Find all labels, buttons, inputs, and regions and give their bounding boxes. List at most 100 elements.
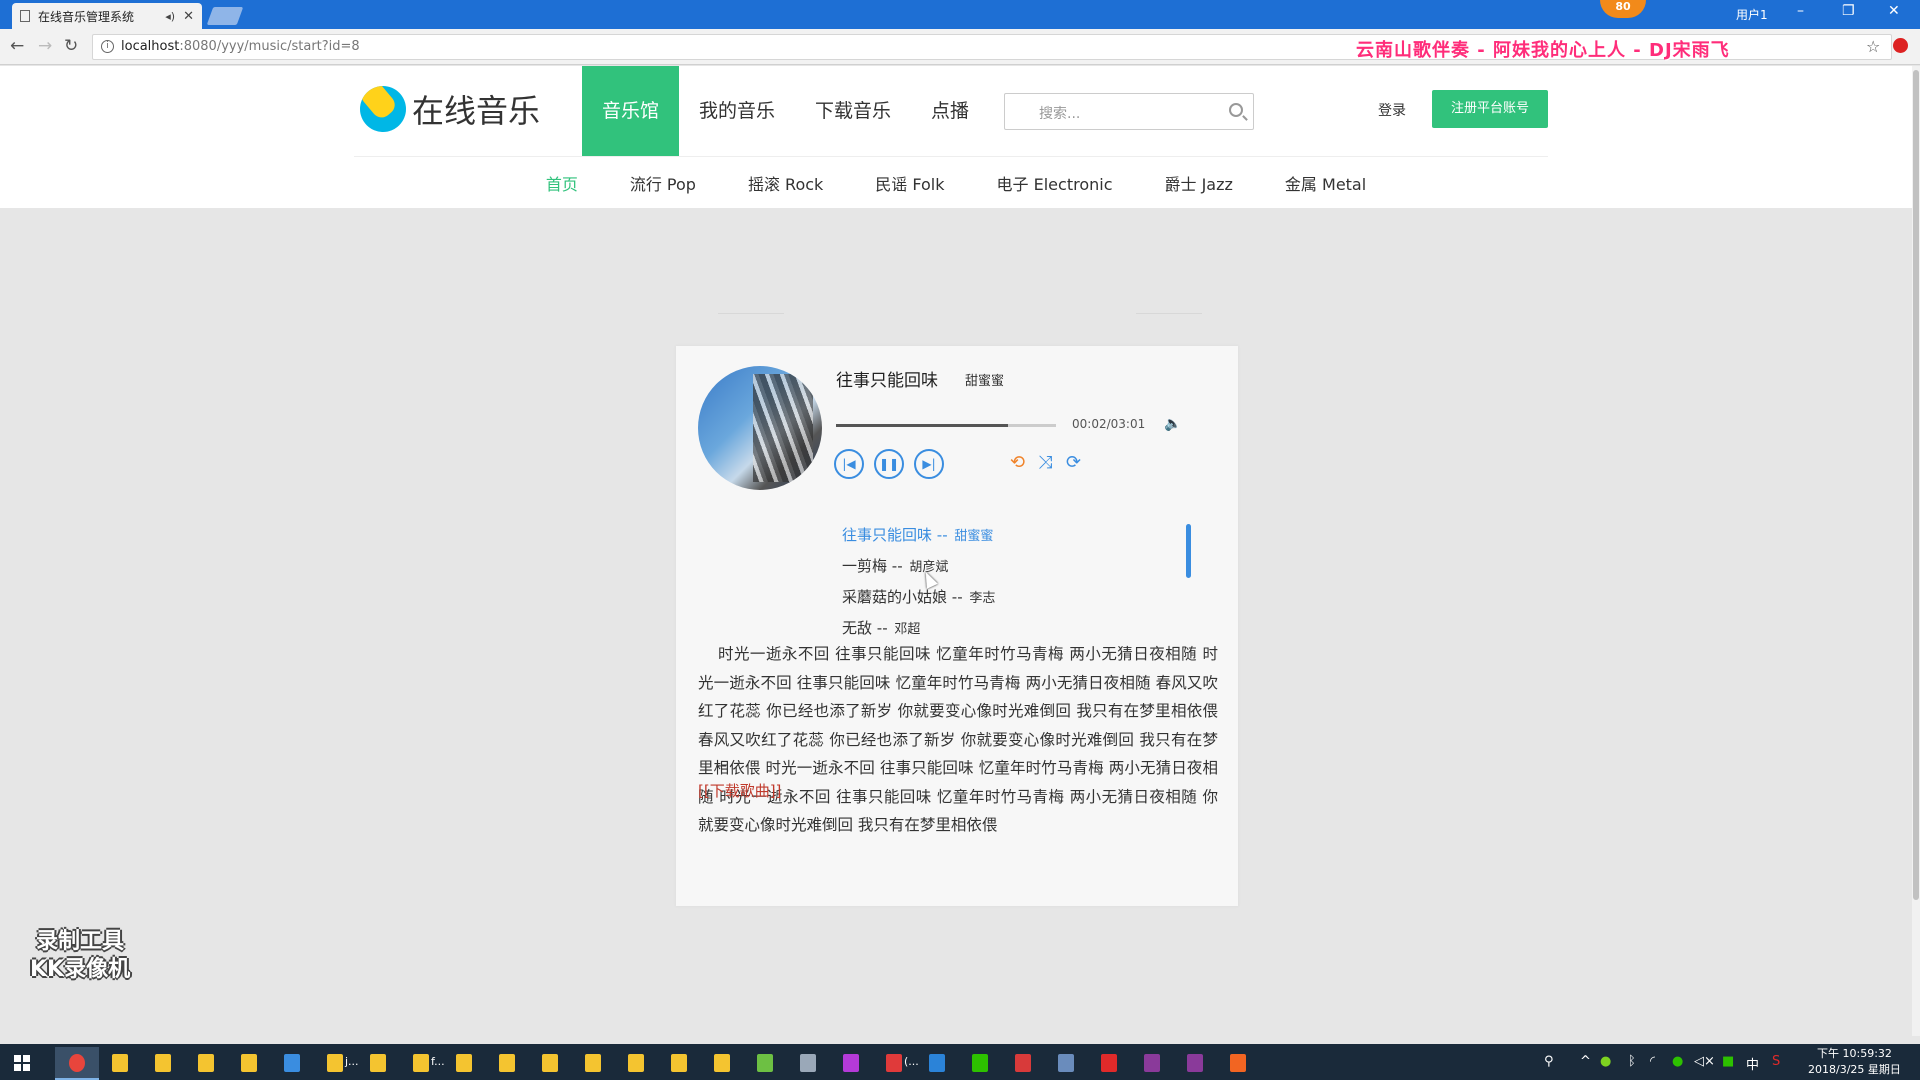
taskbar-item[interactable]: [98, 1047, 142, 1080]
ime-indicator[interactable]: 中: [1746, 1054, 1759, 1073]
taskbar-item[interactable]: [1130, 1047, 1174, 1080]
tray-green-icon[interactable]: ■: [1722, 1054, 1734, 1069]
search-box[interactable]: 搜索...: [1004, 93, 1254, 130]
playlist-song: 往事只能回味: [842, 526, 933, 544]
back-icon[interactable]: ←: [10, 36, 24, 56]
playlist-separator: --: [872, 619, 893, 637]
shuffle-icon[interactable]: ⤨: [1038, 452, 1052, 473]
genre-nav: 首页 流行 Pop 摇滚 Rock 民谣 Folk 电子 Electronic 爵士 Ja…: [0, 157, 1912, 208]
nav-item[interactable]: 音乐馆: [582, 66, 680, 156]
genre-nav-item[interactable]: 爵士 Jazz: [1165, 171, 1233, 195]
genre-nav-item[interactable]: 金属 Metal: [1285, 171, 1366, 195]
speaker-muted-icon[interactable]: ◁×: [1694, 1054, 1715, 1069]
new-tab-button[interactable]: [206, 7, 244, 25]
bookmark-star-icon[interactable]: ☆: [1866, 37, 1880, 56]
next-button[interactable]: ▶|: [914, 449, 944, 479]
taskbar-item[interactable]: (...: [872, 1047, 919, 1080]
loop-one-icon[interactable]: ⟳: [1066, 452, 1081, 473]
browser-user-label[interactable]: 用户1: [1736, 6, 1768, 23]
taskbar-item[interactable]: [1173, 1047, 1217, 1080]
play-time: 00:02/03:01: [1072, 417, 1146, 431]
nav-item[interactable]: 我的音乐: [679, 66, 795, 156]
system-clock[interactable]: 下午 10:59:32 2018/3/25 星期日: [1808, 1046, 1901, 1078]
genre-nav-item[interactable]: 电子 Electronic: [997, 171, 1113, 195]
genre-nav-item[interactable]: 摇滚 Rock: [748, 171, 823, 195]
genre-nav-item[interactable]: 流行 Pop: [630, 171, 696, 195]
playlist-item[interactable]: 采蘑菇的小姑娘 -- 李志: [842, 586, 1152, 617]
browser-tab[interactable]: 在线音乐管理系统 ◂) ✕: [12, 3, 202, 29]
taskbar-item[interactable]: [786, 1047, 830, 1080]
register-button[interactable]: 注册平台账号: [1432, 90, 1548, 128]
login-link[interactable]: 登录: [1378, 100, 1406, 120]
taskbar-item[interactable]: [614, 1047, 658, 1080]
playlist: 往事只能回味 -- 甜蜜蜜 一剪梅 -- 胡彦斌 采蘑菇的小姑娘 -- 李志 无敌 -…: [842, 524, 1152, 648]
tray-chevron-icon[interactable]: ^: [1580, 1054, 1591, 1069]
lyrics-text: 时光一逝永不回 往事只能回味 忆童年时竹马青梅 两小无猜日夜相随 时光一逝永不回…: [698, 645, 1218, 834]
taskbar-item[interactable]: [528, 1047, 572, 1080]
site-logo[interactable]: 在线音乐: [360, 86, 540, 132]
restore-icon[interactable]: ❐: [1842, 3, 1855, 19]
playlist-scrollbar[interactable]: [1186, 524, 1191, 578]
taskbar-item[interactable]: [141, 1047, 185, 1080]
nav-item[interactable]: 下载音乐: [795, 66, 911, 156]
page-scrollbar[interactable]: [1912, 66, 1920, 1036]
windows-start-icon[interactable]: [14, 1055, 30, 1071]
progress-bar[interactable]: [836, 424, 1056, 427]
taskbar-item[interactable]: f...: [399, 1047, 445, 1080]
wifi-icon[interactable]: ◜: [1650, 1054, 1655, 1069]
forward-icon[interactable]: →: [38, 36, 52, 56]
taskbar-item[interactable]: [571, 1047, 615, 1080]
taskbar-item[interactable]: [485, 1047, 529, 1080]
folder-icon: [671, 1054, 687, 1072]
search-input[interactable]: 搜索...: [1039, 103, 1080, 123]
search-icon[interactable]: [1229, 103, 1243, 117]
sogou-tray-icon[interactable]: S: [1772, 1054, 1780, 1069]
playlist-item[interactable]: 往事只能回味 -- 甜蜜蜜: [842, 524, 1152, 555]
taskbar-item[interactable]: [700, 1047, 744, 1080]
repeat-icon[interactable]: ⟲: [1010, 452, 1025, 473]
browser-tabbar: 在线音乐管理系统 ◂) ✕ 80 用户1 – ❐ ✕: [0, 0, 1920, 29]
url-text[interactable]: localhost:8080/yyy/music/start?id=8: [121, 39, 360, 54]
bluetooth-icon[interactable]: ᛒ: [1628, 1054, 1636, 1069]
taskbar-item[interactable]: [270, 1047, 314, 1080]
volume-icon[interactable]: 🔈: [1164, 416, 1181, 432]
site-header: 在线音乐 音乐馆 我的音乐 下载音乐 点播 搜索... 登录 注册平台账号 首页 流行 …: [0, 66, 1912, 208]
taskbar-item[interactable]: [743, 1047, 787, 1080]
scrollbar-thumb[interactable]: [1913, 70, 1919, 900]
close-window-icon[interactable]: ✕: [1888, 3, 1900, 19]
tray-app-icon[interactable]: ●: [1600, 1054, 1611, 1069]
wechat-tray-icon[interactable]: ●: [1672, 1054, 1683, 1069]
previous-button[interactable]: |◀: [834, 449, 864, 479]
pause-button[interactable]: ❚❚: [874, 449, 904, 479]
folder-icon: [198, 1054, 214, 1072]
taskbar-item[interactable]: [657, 1047, 701, 1080]
minimize-icon[interactable]: –: [1797, 3, 1804, 19]
taskbar-item[interactable]: [227, 1047, 271, 1080]
playlist-item[interactable]: 一剪梅 -- 胡彦斌: [842, 555, 1152, 586]
taskbar-item[interactable]: [829, 1047, 873, 1080]
speaker-icon[interactable]: ◂): [165, 10, 175, 23]
taskbar-item[interactable]: j...: [313, 1047, 359, 1080]
extension-icon[interactable]: [1893, 38, 1908, 53]
winrar-icon: [1144, 1054, 1160, 1072]
folder-icon: [456, 1054, 472, 1072]
taskbar-item[interactable]: [1001, 1047, 1045, 1080]
download-link[interactable]: [[下载歌曲]]: [698, 780, 781, 801]
taskbar-item[interactable]: [55, 1047, 99, 1080]
taskbar-item[interactable]: [915, 1047, 959, 1080]
reload-icon[interactable]: ↻: [64, 36, 78, 56]
genre-nav-item[interactable]: 民谣 Folk: [875, 171, 944, 195]
info-icon[interactable]: i: [101, 40, 114, 53]
taskbar-item[interactable]: [184, 1047, 228, 1080]
taskbar-item[interactable]: [442, 1047, 486, 1080]
watermark-line: KK录像机: [30, 957, 131, 982]
taskbar-item[interactable]: [958, 1047, 1002, 1080]
taskbar-item[interactable]: [356, 1047, 400, 1080]
person-icon[interactable]: ⚲: [1544, 1054, 1554, 1069]
genre-nav-item[interactable]: 首页: [546, 171, 578, 195]
taskbar-item[interactable]: [1087, 1047, 1131, 1080]
close-tab-icon[interactable]: ✕: [183, 9, 194, 24]
taskbar-item[interactable]: [1216, 1047, 1260, 1080]
nav-item[interactable]: 点播: [911, 66, 989, 156]
taskbar-item[interactable]: [1044, 1047, 1088, 1080]
